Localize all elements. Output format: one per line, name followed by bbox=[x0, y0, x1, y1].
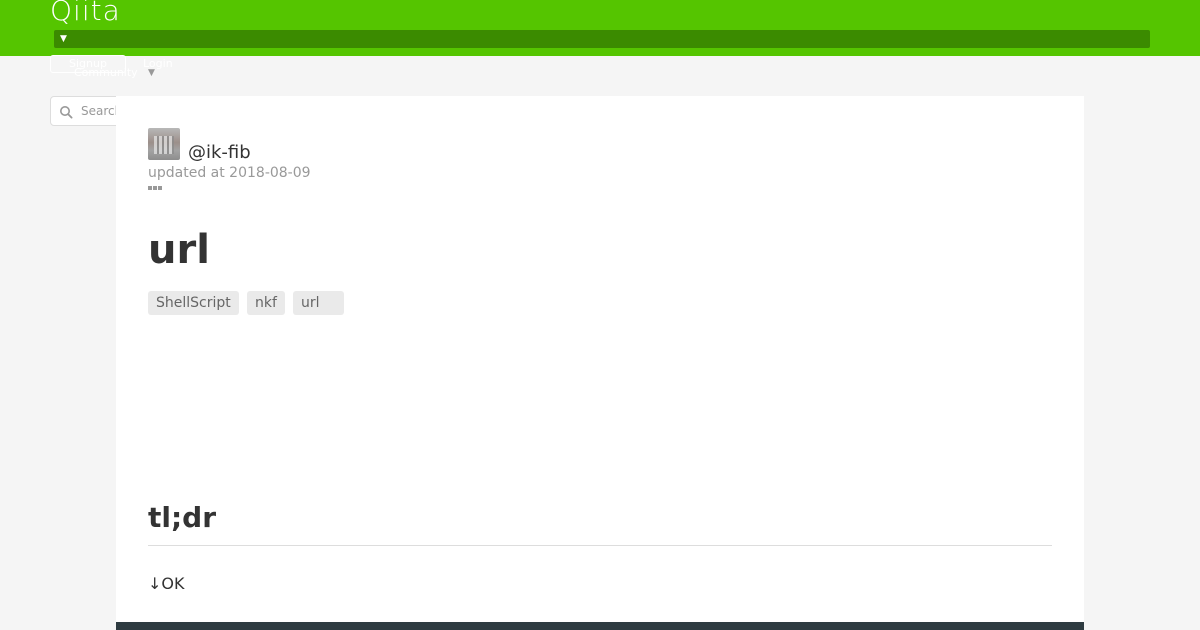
avatar-image bbox=[154, 136, 174, 154]
header-menu-bar[interactable]: ▼ bbox=[54, 30, 1150, 48]
tag-nkf[interactable]: nkf bbox=[247, 291, 285, 315]
search-icon bbox=[60, 106, 73, 119]
section-heading: tl;dr bbox=[148, 501, 217, 534]
author-avatar[interactable] bbox=[148, 128, 180, 160]
more-dots-icon[interactable] bbox=[148, 184, 164, 192]
site-header: Qiita ▼ bbox=[0, 0, 1200, 56]
tag-shellscript[interactable]: ShellScript bbox=[148, 291, 239, 315]
updated-date: updated at 2018-08-09 bbox=[148, 165, 311, 181]
body-paragraph: ↓OK bbox=[148, 574, 185, 593]
community-menu[interactable]: Community bbox=[74, 66, 138, 80]
caret-down-icon[interactable]: ▼ bbox=[60, 34, 67, 44]
qiita-logo[interactable]: Qiita bbox=[50, 0, 121, 28]
tag-url[interactable]: url bbox=[293, 291, 344, 315]
chevron-down-icon[interactable]: ▼ bbox=[148, 68, 155, 78]
article-card: @ik-fib updated at 2018-08-09 url ShellS… bbox=[116, 96, 1084, 630]
author-username[interactable]: @ik-fib bbox=[188, 143, 251, 163]
article-title: url bbox=[148, 227, 210, 273]
heading-divider bbox=[148, 545, 1052, 546]
footer-bar bbox=[116, 622, 1084, 630]
